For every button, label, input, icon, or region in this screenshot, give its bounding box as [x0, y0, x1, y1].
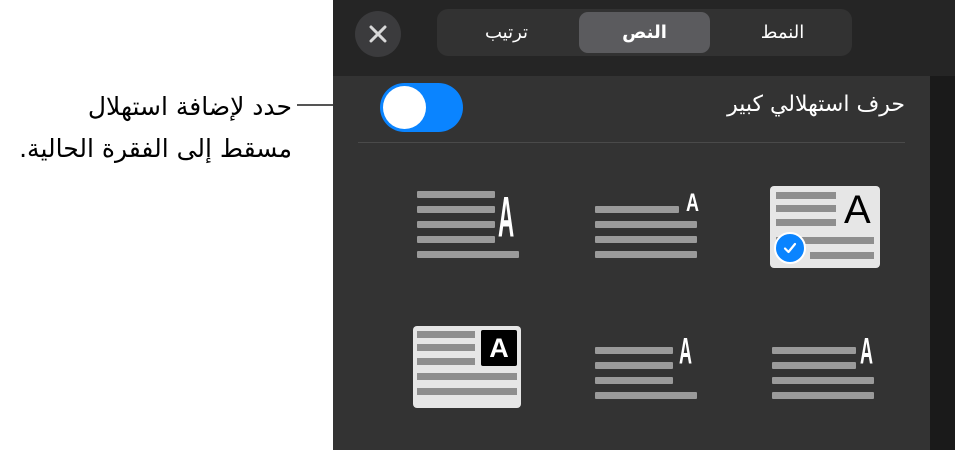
dropcap-style-3[interactable]: A — [415, 186, 525, 266]
dropcap-glyph: A — [686, 188, 699, 217]
dropcap-style-6[interactable]: A — [413, 326, 521, 408]
dropcap-style-1[interactable]: A — [770, 186, 880, 268]
text-line — [417, 373, 517, 380]
dropcap-style-4[interactable]: A — [770, 330, 880, 410]
text-line — [595, 347, 673, 354]
dropcap-glyph: A — [489, 332, 509, 363]
dropcap-style-5[interactable]: A — [593, 330, 703, 410]
text-line — [776, 219, 836, 226]
dropcap-label: حرف استهلالي كبير — [727, 92, 905, 117]
toggle-knob — [383, 86, 426, 129]
text-line — [417, 344, 475, 351]
text-line — [595, 377, 673, 384]
text-line — [776, 205, 836, 212]
text-line — [776, 192, 836, 199]
text-line — [772, 362, 856, 369]
callout-line-1: حدد لإضافة استهلال — [87, 92, 292, 121]
segmented-tabs: النمط النص ترتيب — [437, 9, 852, 56]
panel-scrollbar[interactable] — [930, 76, 955, 450]
text-line — [595, 251, 697, 258]
dropcap-glyph: A — [498, 184, 515, 250]
callout-text: حدد لإضافة استهلال مسقط إلى الفقرة الحال… — [0, 86, 292, 170]
text-line — [772, 347, 856, 354]
callout-line-2: مسقط إلى الفقرة الحالية. — [19, 134, 292, 163]
selected-badge — [774, 232, 806, 264]
panel-header: النمط النص ترتيب — [333, 0, 955, 76]
text-line — [595, 392, 697, 399]
tab-text[interactable]: النص — [579, 12, 710, 53]
text-line — [417, 251, 519, 258]
text-line — [595, 362, 673, 369]
text-line — [595, 236, 697, 243]
text-line — [417, 388, 517, 395]
text-line — [417, 221, 495, 228]
dropcap-glyph: A — [860, 330, 874, 373]
format-panel: النمط النص ترتيب حرف استهلالي كبير A A A… — [333, 0, 955, 450]
text-line — [417, 331, 475, 338]
text-line — [417, 358, 475, 365]
text-line — [595, 206, 679, 213]
text-line — [772, 392, 874, 399]
dropcap-glyph: A — [679, 330, 693, 373]
close-button[interactable] — [355, 11, 401, 57]
text-line — [595, 221, 697, 228]
text-line — [810, 252, 874, 259]
text-line — [417, 206, 495, 213]
tab-style[interactable]: النمط — [717, 12, 848, 53]
boxed-glyph-frame: A — [481, 330, 517, 366]
text-line — [417, 191, 495, 198]
close-icon — [369, 25, 387, 43]
row-divider — [358, 142, 905, 143]
text-line — [417, 236, 495, 243]
checkmark-icon — [783, 242, 797, 254]
tab-arrange[interactable]: ترتيب — [441, 12, 572, 53]
text-line — [772, 377, 874, 384]
dropcap-toggle[interactable] — [380, 83, 463, 132]
dropcap-glyph: A — [844, 188, 871, 232]
dropcap-style-2[interactable]: A — [593, 186, 703, 266]
